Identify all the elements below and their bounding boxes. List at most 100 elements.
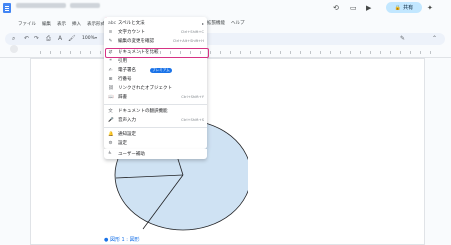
microphone-icon: 🎤: [108, 118, 114, 123]
menu-item-label: 設定: [118, 141, 127, 146]
citation-icon: ❝: [109, 59, 112, 64]
menu-item-shortcut: Ctrl+Shift+C: [180, 30, 204, 34]
ruler: [0, 48, 451, 58]
ruler-tick: [310, 51, 311, 54]
tools-menu: abc スペルと文法 ▸ ≡ 文字カウント Ctrl+Shift+C ✎ 編集の…: [104, 17, 207, 149]
outline-icon[interactable]: [10, 45, 18, 53]
menu-item-accessibility[interactable]: ♿ ユーザー補助: [104, 149, 207, 159]
ruler-tick: [260, 51, 261, 54]
menu-edit[interactable]: 編集: [42, 21, 51, 27]
menu-item-voice-typing[interactable]: 🎤 音声入力 Ctrl+Shift+S: [104, 116, 207, 125]
ruler-tick: [410, 51, 411, 54]
share-button[interactable]: 🔒 共有: [386, 2, 422, 13]
link-icon: ⛓: [108, 86, 114, 91]
menu-item-word-count[interactable]: ≡ 文字カウント Ctrl+Shift+C: [104, 28, 207, 37]
menu-item-label: リンクされたオブジェクト: [118, 86, 172, 91]
ruler-tick: [220, 51, 221, 54]
menu-item-label: 行番号: [118, 77, 132, 82]
accessibility-icon: ♿: [108, 151, 113, 156]
menu-item-review-edits[interactable]: ✎ 編集の変更を確認 Ctrl+Alt+Shift+H: [104, 37, 207, 46]
menubar: ファイル 編集 表示 挿入 表示形式: [18, 20, 105, 28]
dictionary-icon: 📖: [108, 95, 114, 100]
menu-extensions[interactable]: 拡張機能: [207, 20, 225, 26]
figure-caption: ● 図形 1 : 図形: [104, 237, 140, 243]
extra-menus: 拡張機能 ヘルプ: [207, 20, 245, 26]
line-numbers-icon: ⊞: [108, 77, 113, 82]
menu-item-translate[interactable]: 文 ドキュメントの翻訳機能: [104, 107, 207, 116]
undo-icon[interactable]: ↶: [24, 35, 29, 42]
video-call-icon[interactable]: ▶: [366, 4, 371, 12]
collapse-menus-icon[interactable]: ⌃: [432, 35, 437, 42]
ruler-tick: [430, 51, 431, 54]
document-title-extra: [70, 3, 100, 8]
ruler-tick: [120, 51, 121, 54]
menu-file[interactable]: ファイル: [18, 21, 36, 27]
chevron-down-icon: ▾: [95, 35, 98, 40]
ruler-tick: [200, 51, 201, 54]
menu-item-label: 編集の変更を確認: [118, 39, 154, 44]
menu-item-linked-objects[interactable]: ⛓ リンクされたオブジェクト: [104, 84, 207, 93]
menu-item-shortcut: Ctrl+Shift+S: [181, 118, 204, 122]
ruler-tick: [390, 51, 391, 54]
premium-badge: プレミアム: [150, 67, 172, 73]
review-edits-icon: ✎: [108, 39, 113, 44]
ruler-tick: [280, 51, 281, 54]
ruler-tick: [230, 51, 231, 54]
ruler-tick: [180, 51, 181, 54]
menu-item-preferences[interactable]: ⚙ 設定: [104, 139, 207, 148]
menu-item-label: 文字カウント: [118, 30, 145, 35]
menu-item-dictionary[interactable]: 📖 辞書 Ctrl+Shift+Y: [104, 93, 207, 102]
docs-logo-icon[interactable]: [3, 3, 11, 13]
menu-item-line-numbers[interactable]: ⊞ 行番号: [104, 75, 207, 84]
ruler-tick: [360, 51, 361, 54]
menu-item-notification-settings[interactable]: 🔔 通知設定: [104, 130, 207, 139]
ruler-tick: [270, 51, 271, 54]
spellcheck-icon[interactable]: A: [58, 35, 62, 42]
menu-item-esignature[interactable]: ✍ 電子署名 プレミアム: [104, 66, 207, 75]
paint-format-icon[interactable]: 🖌: [68, 35, 76, 42]
menu-view[interactable]: 表示: [57, 21, 66, 27]
signature-icon: ✍: [108, 68, 113, 73]
gear-icon: ⚙: [108, 141, 113, 146]
menu-item-label: 引用: [118, 59, 127, 64]
share-label: 共有: [403, 5, 414, 11]
gemini-icon[interactable]: ✦: [427, 4, 433, 12]
ruler-tick: [210, 51, 211, 54]
ruler-tick: [70, 51, 71, 54]
menu-insert[interactable]: 挿入: [72, 21, 81, 27]
ruler-tick: [190, 51, 191, 54]
menu-item-shortcut: Ctrl+Shift+Y: [181, 95, 204, 99]
ruler-tick: [320, 51, 321, 54]
print-icon[interactable]: ⎙: [46, 35, 51, 43]
search-menus-icon[interactable]: ⌕: [12, 35, 15, 43]
menu-format[interactable]: 表示形式: [87, 21, 105, 27]
ruler-tick: [400, 51, 401, 54]
ruler-tick: [370, 51, 371, 54]
menu-item-label: 電子署名: [118, 68, 136, 73]
ruler-tick: [290, 51, 291, 54]
ruler-tick: [100, 51, 101, 54]
menu-item-citations[interactable]: ❝ 引用: [104, 57, 207, 66]
edit-mode-icon[interactable]: ✎: [400, 35, 405, 42]
ruler-tick: [130, 51, 131, 54]
menu-item-label: スペルと文法: [118, 21, 145, 26]
menu-item-label: ドキュメントの翻訳機能: [118, 109, 168, 114]
ruler-tick: [250, 51, 251, 54]
spellcheck-icon: abc: [108, 21, 117, 26]
lock-icon: 🔒: [394, 4, 402, 11]
word-count-icon: ≡: [108, 30, 113, 35]
comments-icon[interactable]: ▭: [350, 4, 357, 12]
history-icon[interactable]: ⟲: [333, 4, 339, 12]
document-title[interactable]: [16, 3, 66, 8]
bell-icon: 🔔: [108, 132, 114, 137]
menu-item-spelling[interactable]: abc スペルと文法 ▸: [104, 19, 207, 28]
redo-icon[interactable]: ↷: [34, 35, 39, 42]
zoom-select[interactable]: 100%: [82, 36, 95, 41]
menu-item-shortcut: Ctrl+Alt+Shift+H: [172, 39, 204, 43]
ruler-tick: [80, 51, 81, 54]
ruler-tick: [90, 51, 91, 54]
ruler-tick: [380, 51, 381, 54]
menu-item-label: 音声入力: [118, 118, 136, 123]
menu-help[interactable]: ヘルプ: [231, 20, 245, 26]
ruler-tick: [60, 51, 61, 54]
